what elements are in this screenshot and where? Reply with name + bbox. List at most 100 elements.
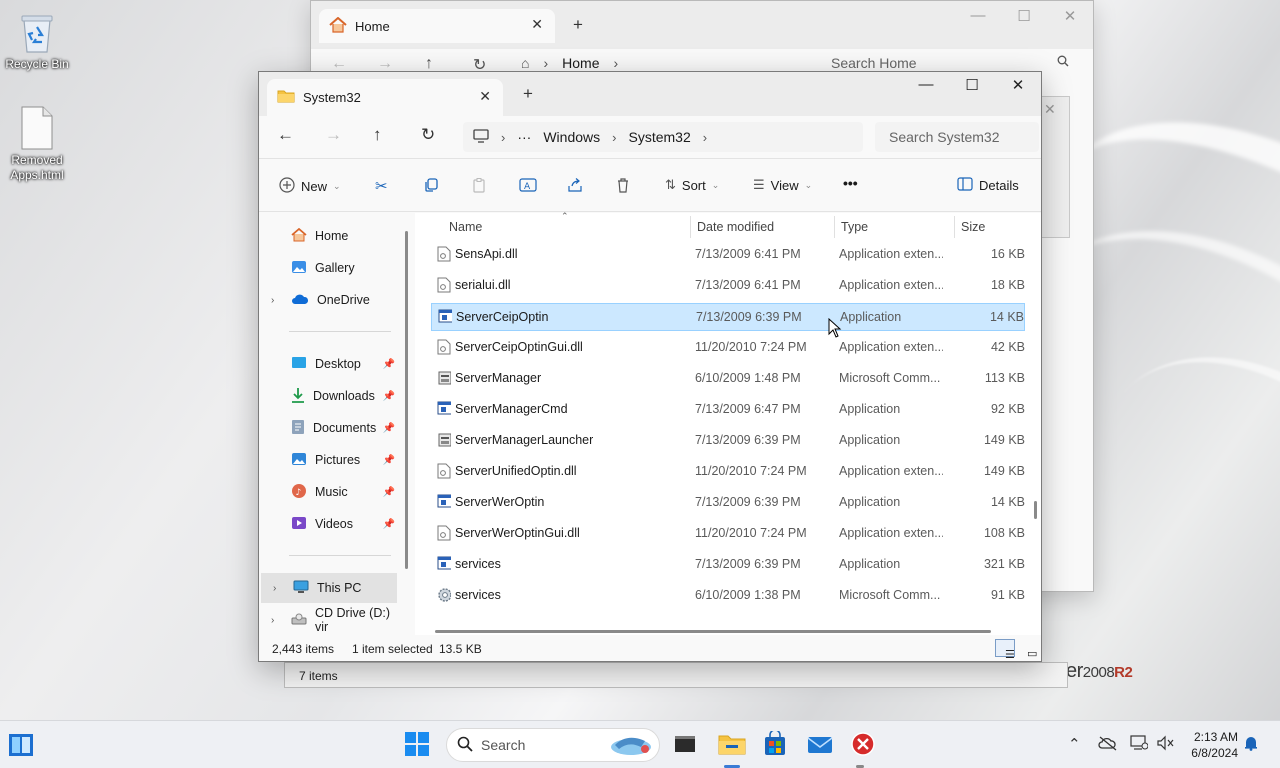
column-header-size[interactable]: Size: [961, 220, 985, 234]
this-pc-icon[interactable]: [473, 128, 489, 146]
breadcrumb-home[interactable]: Home: [562, 55, 599, 71]
widgets-button[interactable]: [8, 733, 36, 761]
pin-icon[interactable]: 📌: [383, 519, 395, 530]
new-button[interactable]: New ⌄: [279, 177, 341, 196]
nav-item-gallery[interactable]: Gallery: [259, 253, 399, 283]
chevron-right-icon[interactable]: ›: [271, 615, 274, 626]
file-row[interactable]: SensApi.dll 7/13/2009 6:41 PM Application …: [431, 241, 1025, 269]
nav-item-cd-drive[interactable]: › CD Drive (D:) vir: [259, 605, 399, 635]
network-icon[interactable]: [1130, 735, 1149, 755]
column-header-type[interactable]: Type: [841, 220, 868, 234]
taskbar-file-explorer[interactable]: [718, 731, 746, 759]
file-row[interactable]: services 6/10/2009 1:38 PM Microsoft Comm.…: [431, 582, 1025, 610]
taskbar-search-box[interactable]: Search: [446, 728, 660, 762]
nav-item-videos[interactable]: Videos 📌: [259, 509, 399, 539]
paste-button[interactable]: [471, 177, 487, 196]
details-pane-button[interactable]: Details: [957, 177, 1019, 194]
close-window-button[interactable]: ✕: [1047, 7, 1093, 25]
file-row[interactable]: services 7/13/2009 6:39 PM Application 321 …: [431, 551, 1025, 579]
breadcrumb-system32[interactable]: System32: [628, 129, 690, 145]
msc-file-icon: [437, 432, 451, 448]
view-button[interactable]: ☰ View ⌄: [753, 177, 812, 193]
nav-item-home[interactable]: Home: [259, 221, 399, 251]
file-list-vertical-scrollbar[interactable]: [1034, 501, 1037, 519]
search-highlight-icon: [607, 731, 653, 760]
new-tab-button[interactable]: +: [523, 84, 533, 104]
taskbar-error-app[interactable]: [850, 731, 878, 759]
pin-icon[interactable]: 📌: [383, 391, 395, 402]
details-view-button[interactable]: ☰: [995, 639, 1015, 661]
copy-button[interactable]: [423, 177, 439, 196]
new-tab-button[interactable]: +: [573, 15, 583, 35]
show-hidden-icons-chevron-up-icon[interactable]: ⌃: [1068, 735, 1081, 753]
desktop-icon-recycle-bin[interactable]: Recycle Bin: [2, 10, 72, 72]
nav-item-music[interactable]: ♪ Music 📌: [259, 477, 399, 507]
home-icon[interactable]: ⌂: [521, 55, 529, 71]
cut-button[interactable]: ✂: [375, 177, 388, 195]
rename-button[interactable]: A: [519, 177, 537, 196]
file-row[interactable]: ServerUnifiedOptin.dll 11/20/2010 7:24 PM…: [431, 458, 1025, 486]
tiles-view-button[interactable]: ▭: [1017, 639, 1037, 660]
column-header-name[interactable]: Name: [449, 220, 482, 234]
tab-home[interactable]: Home ✕: [319, 9, 555, 43]
taskbar-terminal[interactable]: [672, 731, 700, 759]
search-input[interactable]: Search System32: [875, 122, 1039, 152]
nav-item-desktop[interactable]: Desktop 📌: [259, 349, 399, 379]
explorer-window-system32[interactable]: System32 ✕ + — ☐ ✕ ← → ↑ ↻ › ··· Windows…: [258, 71, 1042, 662]
file-row[interactable]: ServerWerOptin 7/13/2009 6:39 PM Applicati…: [431, 489, 1025, 517]
nav-scrollbar[interactable]: [405, 231, 408, 569]
back-arrow-icon[interactable]: ←: [277, 125, 294, 145]
system-clock[interactable]: 2:13 AM 6/8/2024: [1184, 729, 1238, 761]
minimize-button[interactable]: —: [903, 76, 949, 94]
minimize-button[interactable]: —: [955, 7, 1001, 25]
forward-arrow-icon[interactable]: →: [325, 125, 342, 145]
file-row[interactable]: ServerManagerCmd 7/13/2009 6:47 PM Applica…: [431, 396, 1025, 424]
file-row[interactable]: serialui.dll 7/13/2009 6:41 PM Application…: [431, 272, 1025, 300]
maximize-button[interactable]: ☐: [949, 76, 995, 94]
nav-item-documents[interactable]: Documents 📌: [259, 413, 399, 443]
file-row[interactable]: ServerManagerLauncher 7/13/2009 6:39 PM Ap…: [431, 427, 1025, 455]
notification-bell-icon[interactable]: [1244, 735, 1258, 755]
file-row[interactable]: ServerWerOptinGui.dll 11/20/2010 7:24 PM A…: [431, 520, 1025, 548]
chevron-right-icon[interactable]: ›: [271, 295, 274, 306]
start-button[interactable]: [404, 731, 432, 759]
ellipsis-icon[interactable]: ···: [517, 129, 531, 145]
close-tab-icon[interactable]: ✕: [479, 88, 491, 105]
close-icon[interactable]: ✕: [1044, 101, 1056, 118]
file-row[interactable]: ServerManager 6/10/2009 1:48 PM Microsoft …: [431, 365, 1025, 393]
sort-button[interactable]: ⇅ Sort ⌄: [665, 177, 719, 193]
close-tab-icon[interactable]: ✕: [531, 16, 543, 33]
nav-item-onedrive[interactable]: › OneDrive: [259, 285, 399, 315]
refresh-icon[interactable]: ↻: [421, 125, 435, 145]
taskbar-store[interactable]: [762, 729, 790, 759]
column-header-date[interactable]: Date modified: [697, 220, 774, 234]
pin-icon[interactable]: 📌: [383, 487, 395, 498]
chevron-right-icon[interactable]: ›: [703, 130, 707, 145]
file-row[interactable]: ServerCeipOptin 7/13/2009 6:39 PM Applicat…: [431, 303, 1025, 331]
volume-muted-icon[interactable]: [1156, 735, 1174, 755]
file-row[interactable]: ServerCeipOptinGui.dll 11/20/2010 7:24 PM…: [431, 334, 1025, 362]
delete-button[interactable]: [615, 177, 631, 196]
maximize-button[interactable]: ☐: [1001, 7, 1047, 25]
close-window-button[interactable]: ✕: [995, 76, 1041, 94]
pin-icon[interactable]: 📌: [383, 423, 395, 434]
search-input[interactable]: Search Home: [831, 55, 917, 71]
search-icon[interactable]: [1057, 55, 1069, 70]
file-list-horizontal-scrollbar[interactable]: [435, 630, 991, 633]
nav-item-this-pc[interactable]: › This PC: [261, 573, 397, 603]
pin-icon[interactable]: 📌: [383, 455, 395, 466]
nav-item-downloads[interactable]: Downloads 📌: [259, 381, 399, 411]
taskbar-mail[interactable]: [806, 731, 834, 759]
nav-item-pictures[interactable]: Pictures 📌: [259, 445, 399, 475]
chevron-right-icon[interactable]: ›: [273, 583, 276, 594]
desktop-icon-removed-apps[interactable]: Removed Apps.html: [2, 106, 72, 183]
up-arrow-icon[interactable]: ↑: [373, 125, 382, 145]
share-button[interactable]: [567, 177, 583, 196]
onedrive-offline-icon[interactable]: [1098, 735, 1118, 755]
breadcrumb[interactable]: › ··· Windows › System32 ›: [463, 122, 863, 152]
tab-system32[interactable]: System32 ✕: [267, 79, 503, 116]
pin-icon[interactable]: 📌: [383, 359, 395, 370]
breadcrumb-windows[interactable]: Windows: [543, 129, 600, 145]
folder-icon: [718, 735, 746, 755]
more-options-button[interactable]: •••: [843, 175, 858, 191]
